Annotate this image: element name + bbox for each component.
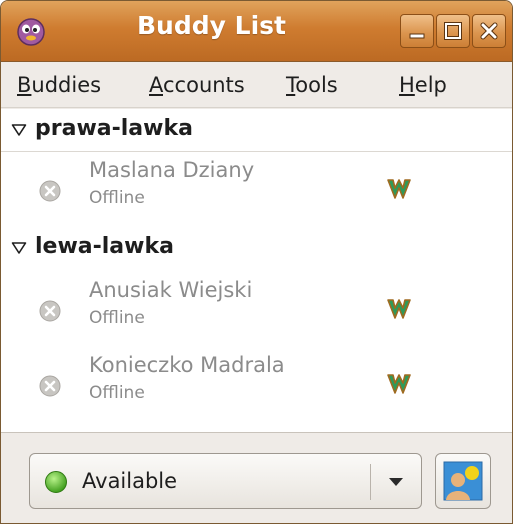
group-lewa-lawka[interactable]: lewa-lawka xyxy=(1,227,512,269)
menu-help-accel: H xyxy=(399,73,415,97)
status-selector[interactable]: Available xyxy=(29,453,422,509)
available-status-icon xyxy=(45,471,67,493)
menu-buddies-accel: B xyxy=(17,73,32,97)
gadu-gadu-protocol-icon xyxy=(387,179,411,199)
close-icon xyxy=(480,22,498,40)
buddy-row[interactable]: Konieczko Madrala Offline xyxy=(1,349,512,421)
status-label: Available xyxy=(82,469,178,493)
buddy-status-text: Offline xyxy=(89,188,145,208)
status-bar: Available xyxy=(1,433,512,523)
buddy-status-text: Offline xyxy=(89,383,145,403)
menu-buddies-label: uddies xyxy=(31,73,102,97)
chevron-down-icon[interactable] xyxy=(385,476,407,488)
menu-bar: Buddies Accounts Tools Help xyxy=(1,62,512,108)
minimize-button[interactable] xyxy=(400,14,434,48)
menu-help-label: elp xyxy=(414,73,447,97)
buddy-status-text: Offline xyxy=(89,308,145,328)
group-prawa-lawka[interactable]: prawa-lawka xyxy=(1,109,512,152)
menu-tools-accel: T xyxy=(286,73,296,97)
title-bar[interactable]: Buddy List xyxy=(1,1,512,62)
gadu-gadu-protocol-icon xyxy=(387,299,411,319)
gadu-gadu-protocol-icon xyxy=(387,374,411,394)
buddy-row[interactable]: Maslana Dziany Offline xyxy=(1,154,512,226)
menu-accounts-accel: A xyxy=(149,73,163,97)
maximize-icon xyxy=(444,22,462,40)
buddy-list[interactable]: prawa-lawka Maslana Dziany Offline lewa-… xyxy=(1,109,512,433)
offline-status-icon xyxy=(39,375,61,397)
menu-help[interactable]: Help xyxy=(399,73,447,97)
group-name: lewa-lawka xyxy=(35,234,174,259)
offline-status-icon xyxy=(39,300,61,322)
expander-down-icon[interactable] xyxy=(11,241,27,255)
menu-accounts-label: ccounts xyxy=(163,73,245,97)
buddy-name: Maslana Dziany xyxy=(89,158,255,182)
menu-accounts[interactable]: Accounts xyxy=(149,73,245,97)
buddy-icon xyxy=(443,461,483,501)
combo-divider xyxy=(370,464,371,500)
menu-tools-label: ools xyxy=(295,73,338,97)
minimize-icon xyxy=(409,33,425,39)
group-name: prawa-lawka xyxy=(35,116,193,141)
buddy-icon-button[interactable] xyxy=(435,453,491,509)
expander-down-icon[interactable] xyxy=(11,123,27,137)
menu-tools[interactable]: Tools xyxy=(286,73,338,97)
maximize-button[interactable] xyxy=(436,14,470,48)
buddy-row[interactable]: Anusiak Wiejski Offline xyxy=(1,274,512,346)
buddy-name: Konieczko Madrala xyxy=(89,353,285,377)
offline-status-icon xyxy=(39,180,61,202)
buddy-name: Anusiak Wiejski xyxy=(89,278,253,302)
close-button[interactable] xyxy=(472,14,506,48)
buddy-list-window: Buddy List Buddies Accounts Tools Help p… xyxy=(0,0,513,524)
menu-buddies[interactable]: Buddies xyxy=(17,73,101,97)
